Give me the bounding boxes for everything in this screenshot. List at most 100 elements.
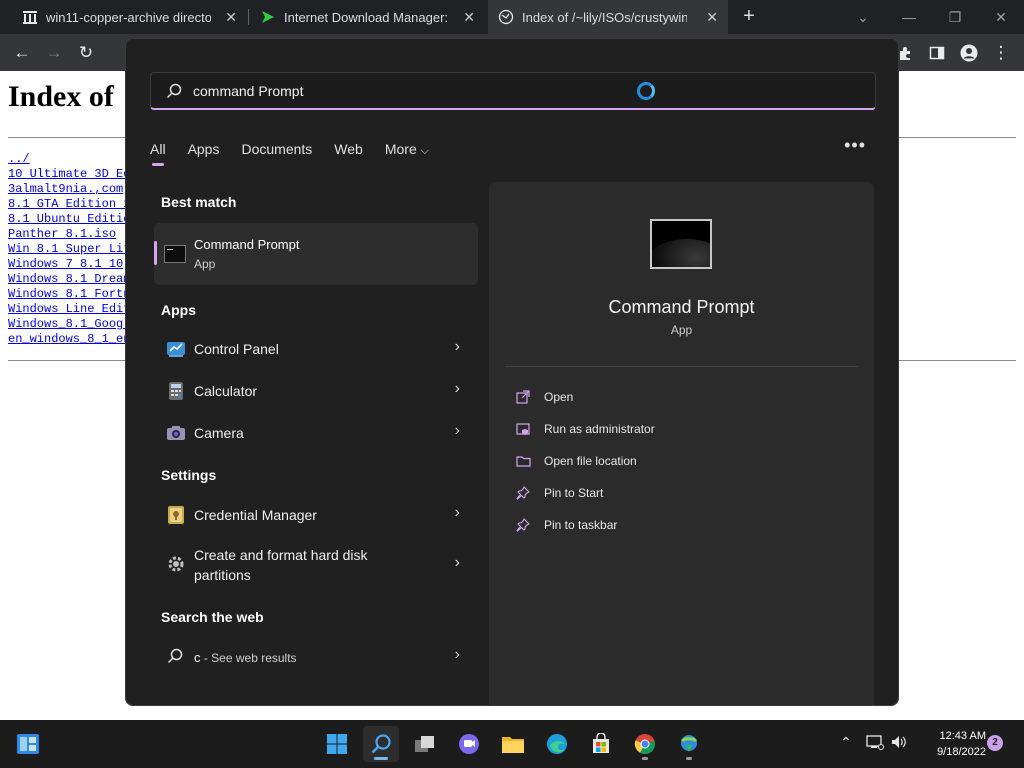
action-run-as-administrator[interactable]: Run as administrator [515, 419, 655, 439]
tab-internet-download-manager[interactable]: Internet Download Manager: The ✕ [250, 0, 485, 34]
list-item[interactable]: 8.1 Ubuntu Editio [8, 212, 130, 227]
chrome-icon[interactable] [627, 726, 663, 762]
notification-badge[interactable]: 2 [987, 735, 1003, 751]
result-label: Camera [194, 425, 244, 441]
web-result-label: c - See web results [194, 650, 297, 665]
chevron-right-icon[interactable]: › [455, 422, 460, 440]
result-calculator[interactable]: Calculator › [154, 371, 478, 411]
chevron-right-icon[interactable]: › [455, 338, 460, 356]
action-label: Open file location [544, 454, 637, 468]
teams-chat-icon[interactable] [451, 726, 487, 762]
chevron-right-icon[interactable]: › [455, 380, 460, 398]
tab-documents[interactable]: Documents [241, 141, 312, 157]
back-arrow-icon[interactable]: ← [10, 41, 34, 65]
best-match-command-prompt[interactable]: Command Prompt App [154, 223, 478, 285]
file-explorer-icon[interactable] [495, 726, 531, 762]
profile-icon[interactable] [957, 41, 981, 65]
chevron-right-icon[interactable]: › [455, 646, 460, 664]
tab-title: win11-copper-archive directory li [46, 9, 211, 25]
list-item[interactable]: en_windows_8_1_en [8, 332, 130, 347]
side-panel-icon[interactable] [925, 41, 949, 65]
web-suffix: - See web results [200, 651, 297, 665]
edge-browser-icon[interactable] [539, 726, 575, 762]
list-item[interactable]: 3almalt9nia.,com [8, 182, 130, 197]
pin-icon [515, 517, 531, 533]
result-label: Control Panel [194, 341, 279, 357]
detail-pane: Command Prompt App Open Run as administr… [489, 182, 874, 705]
settings-header: Settings [161, 467, 217, 483]
chevron-right-icon[interactable]: › [455, 504, 460, 522]
result-control-panel[interactable]: Control Panel › [154, 329, 478, 369]
system-clock[interactable]: 12:43 AM 9/18/2022 [916, 728, 986, 760]
tab-win11-copper-archive[interactable]: win11-copper-archive directory li ✕ [12, 0, 247, 34]
clock-date: 9/18/2022 [937, 746, 986, 758]
tab-apps[interactable]: Apps [188, 141, 220, 157]
start-button[interactable] [319, 726, 355, 762]
close-icon[interactable]: ✕ [706, 9, 718, 26]
result-web-search[interactable]: c - See web results › [154, 637, 478, 677]
action-label: Run as administrator [544, 422, 655, 436]
taskbar-search-button[interactable] [363, 726, 399, 762]
close-icon[interactable]: ✕ [463, 9, 475, 26]
chevron-right-icon[interactable]: › [455, 554, 460, 572]
action-open[interactable]: Open [515, 387, 573, 407]
new-tab-button[interactable]: + [738, 5, 760, 27]
idm-icon [260, 9, 276, 25]
action-pin-to-taskbar[interactable]: Pin to taskbar [515, 515, 617, 535]
selection-indicator [154, 241, 157, 265]
list-item[interactable]: Panther 8.1.iso [8, 227, 130, 242]
list-item[interactable]: ../ [8, 152, 130, 167]
tab-all[interactable]: All [150, 141, 166, 166]
microsoft-store-icon[interactable] [583, 726, 619, 762]
task-view-icon[interactable] [407, 726, 443, 762]
tab-more[interactable]: More ⌵ [385, 141, 429, 158]
action-open-file-location[interactable]: Open file location [515, 451, 637, 471]
search-box[interactable] [150, 72, 876, 110]
reload-icon[interactable]: ↻ [74, 41, 98, 65]
list-item[interactable]: 10 Ultimate 3D Ed [8, 167, 130, 182]
result-label: Calculator [194, 383, 258, 399]
close-window-button[interactable]: ✕ [978, 0, 1024, 34]
network-icon[interactable] [866, 734, 884, 753]
taskbar: ⌃ 12:43 AM 9/18/2022 [0, 720, 1024, 768]
page-content: Index of [8, 80, 114, 114]
action-label: Pin to taskbar [544, 518, 618, 532]
list-item[interactable]: 8.1 GTA Edition 1 [8, 197, 130, 212]
tab-index-of[interactable]: Index of /~lily/ISOs/crustywindo ✕ [488, 0, 728, 34]
result-credential-manager[interactable]: Credential Manager › [154, 495, 478, 535]
running-indicator [642, 757, 648, 760]
result-create-format-partitions[interactable]: Create and format hard disk partitions › [154, 539, 478, 589]
minimize-button[interactable]: — [886, 0, 932, 34]
result-camera[interactable]: Camera › [154, 413, 478, 453]
detail-title: Command Prompt [608, 297, 755, 317]
internet-download-manager-icon[interactable] [671, 726, 707, 762]
tab-search-icon[interactable]: ⌄ [840, 0, 886, 34]
widgets-icon[interactable] [10, 726, 46, 762]
list-item[interactable]: Windows 7 8.1 10 [8, 257, 130, 272]
search-icon [165, 82, 183, 100]
command-prompt-large-icon [650, 219, 712, 269]
list-item[interactable]: Windows_8.1_Googl [8, 317, 130, 332]
page-title: Index of [8, 80, 114, 113]
restore-button[interactable]: ❐ [932, 0, 978, 34]
menu-icon[interactable]: ⋮ [989, 41, 1013, 65]
camera-icon [166, 423, 186, 443]
tab-title: Internet Download Manager: The [284, 9, 449, 25]
list-item[interactable]: Windows 8.1 Fortn [8, 287, 130, 302]
list-item[interactable]: Windows Line Edit [8, 302, 130, 317]
tab-web[interactable]: Web [334, 141, 363, 157]
apps-header: Apps [161, 302, 196, 318]
search-web-header: Search the web [161, 609, 264, 625]
search-input[interactable] [193, 82, 875, 99]
tab-title: Index of /~lily/ISOs/crustywindo [522, 9, 687, 25]
clock-time: 12:43 AM [939, 730, 986, 742]
action-pin-to-start[interactable]: Pin to Start [515, 483, 603, 503]
forward-arrow-icon[interactable]: → [42, 41, 66, 65]
volume-icon[interactable] [890, 734, 908, 753]
list-item[interactable]: Windows 8.1 Dream [8, 272, 130, 287]
browser-tab-bar: win11-copper-archive directory li ✕ Inte… [0, 0, 1024, 34]
more-options-button[interactable]: ••• [844, 135, 866, 156]
close-icon[interactable]: ✕ [225, 9, 237, 26]
chevron-up-icon[interactable]: ⌃ [840, 734, 852, 751]
list-item[interactable]: Win 8.1 Super Lit [8, 242, 130, 257]
